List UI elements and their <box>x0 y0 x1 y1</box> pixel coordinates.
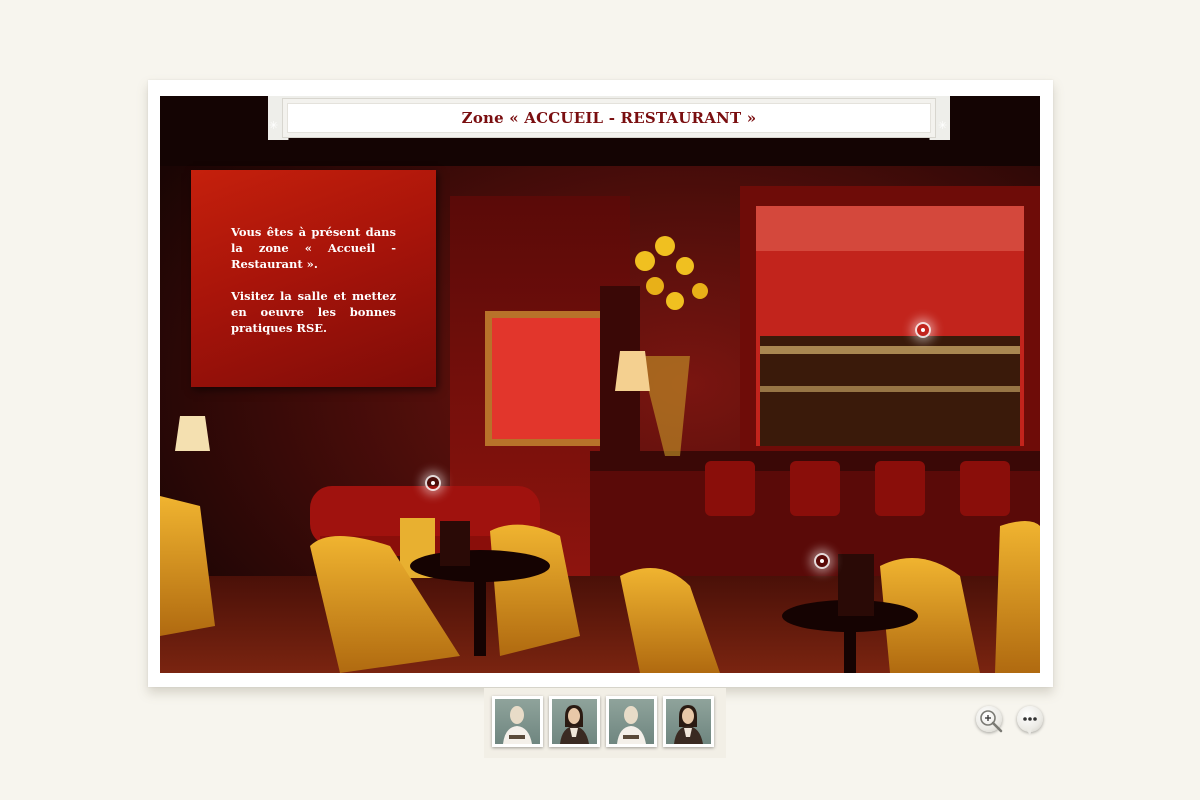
character-thumbnail-3[interactable] <box>606 696 657 747</box>
more-options-icon <box>1023 717 1037 736</box>
tab-ornament-icon: ✳ <box>938 119 948 132</box>
info-text: Vous êtes à présent dans la zone « Accue… <box>231 224 396 352</box>
sofa-hotspot[interactable] <box>425 475 441 491</box>
character-thumbnail-1[interactable] <box>492 696 543 747</box>
character-woman-icon <box>552 699 597 744</box>
more-options-button[interactable] <box>1017 706 1043 736</box>
bar-shelf-hotspot[interactable] <box>915 322 931 338</box>
table-hotspot[interactable] <box>814 553 830 569</box>
character-man-icon <box>495 699 540 744</box>
info-panel: Vous êtes à présent dans la zone « Accue… <box>191 170 436 387</box>
character-thumbnail-2[interactable] <box>549 696 600 747</box>
character-thumbnail-4[interactable] <box>663 696 714 747</box>
zoom-button[interactable] <box>976 706 1003 733</box>
character-thumbnails <box>484 688 726 758</box>
tab-ornament-icon: ✳ <box>269 119 279 132</box>
zoom-in-icon <box>980 710 1003 733</box>
info-paragraph-2: Visitez la salle et mettez en oeuvre les… <box>231 289 396 335</box>
info-paragraph-1: Vous êtes à présent dans la zone « Accue… <box>231 225 396 271</box>
character-woman-icon <box>666 699 711 744</box>
character-man-icon <box>609 699 654 744</box>
zone-title: Zone « ACCUEIL - RESTAURANT » <box>287 103 931 133</box>
